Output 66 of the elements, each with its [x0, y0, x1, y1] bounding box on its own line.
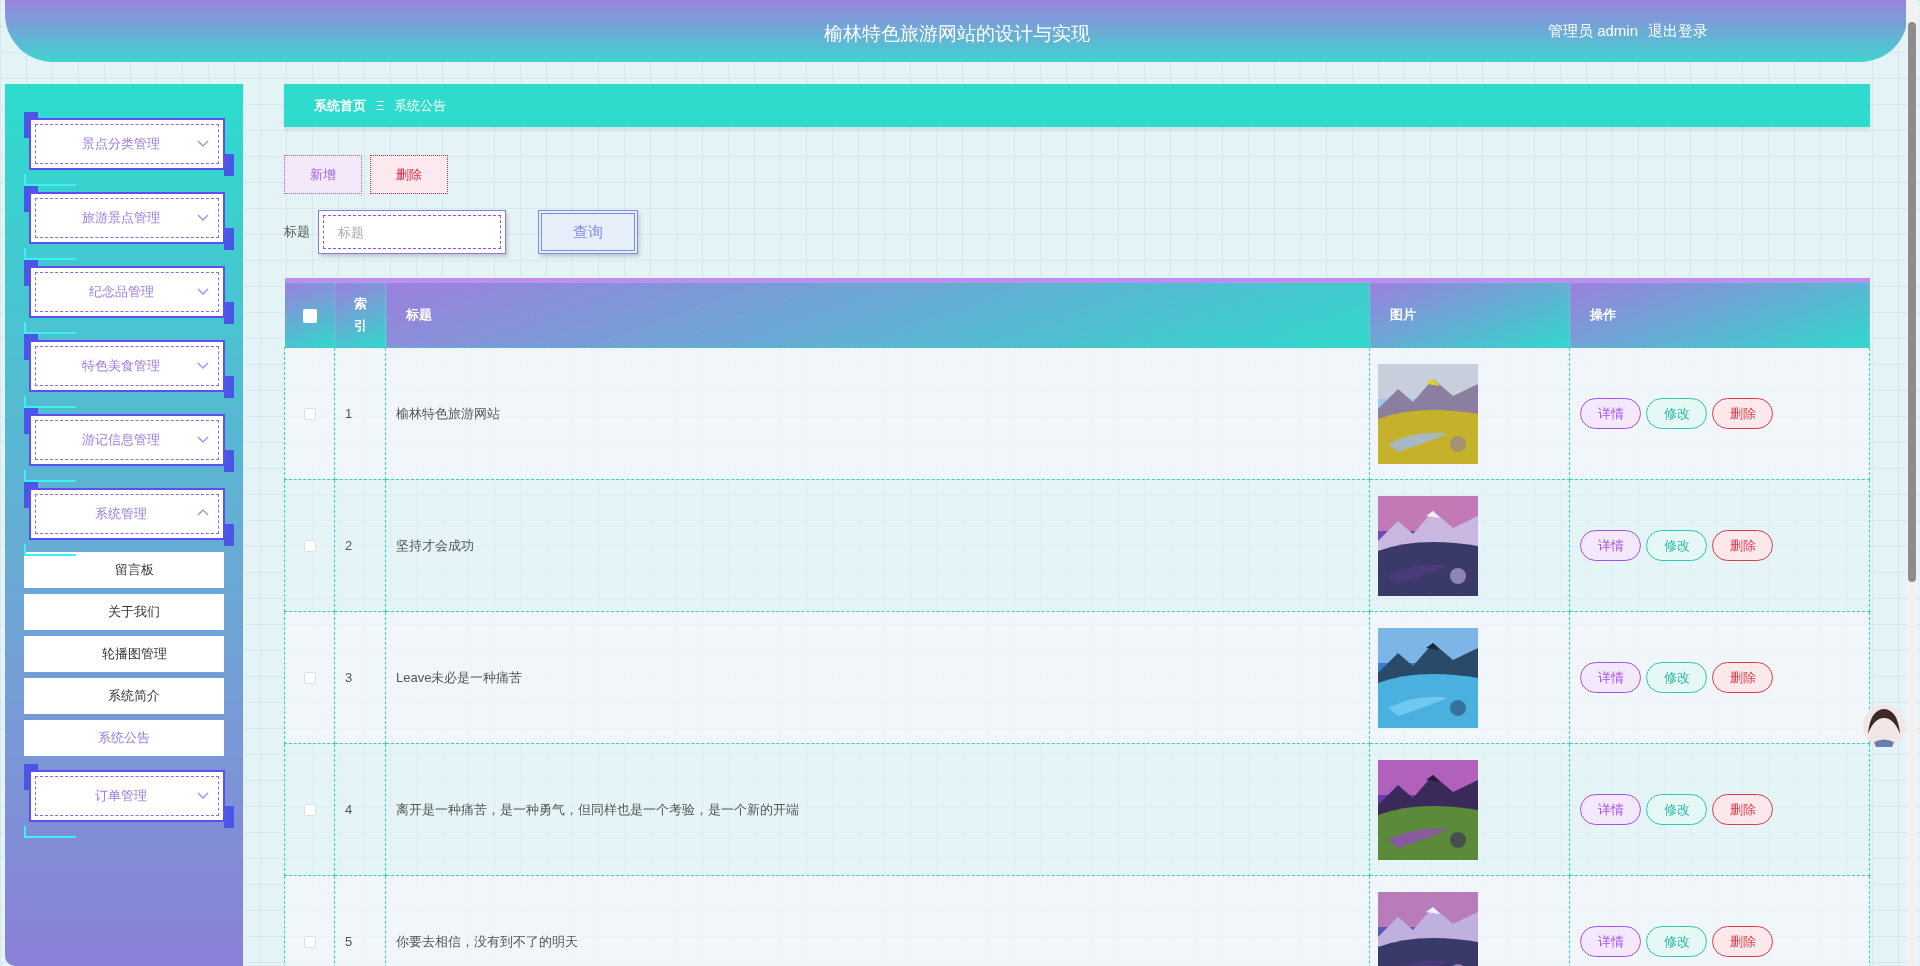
chevron-down-icon — [197, 434, 209, 444]
submenu-item[interactable]: 关于我们 — [24, 594, 224, 630]
delete-button[interactable]: 删除 — [1712, 794, 1773, 825]
details-button[interactable]: 详情 — [1580, 398, 1641, 429]
edit-button[interactable]: 修改 — [1646, 662, 1707, 693]
scrollbar[interactable] — [1906, 0, 1918, 966]
scrollbar-thumb[interactable] — [1908, 22, 1916, 582]
delete-button[interactable]: 删除 — [1712, 530, 1773, 561]
column-header: 标题 — [406, 307, 432, 323]
submenu-item[interactable]: 留言板 — [24, 552, 224, 588]
delete-button[interactable]: 删除 — [1712, 398, 1773, 429]
menu-item[interactable]: 景点分类管理 — [29, 118, 225, 170]
row-checkbox[interactable] — [303, 540, 316, 553]
details-button[interactable]: 详情 — [1580, 926, 1641, 957]
chevron-down-icon — [197, 360, 209, 370]
menu-item[interactable]: 系统管理 — [29, 488, 225, 540]
table-cell: 4 — [345, 801, 353, 817]
submenu-item[interactable]: 系统简介 — [24, 678, 224, 714]
menu-item[interactable]: 游记信息管理 — [29, 414, 225, 466]
edit-button[interactable]: 修改 — [1646, 926, 1707, 957]
edit-button[interactable]: 修改 — [1646, 530, 1707, 561]
table-cell: 离开是一种痛苦，是一种勇气，但同样也是一个考验，是一个新的开端 — [396, 801, 799, 817]
menu-item[interactable]: 订单管理 — [29, 770, 225, 822]
table-cell: 坚持才会成功 — [396, 537, 474, 553]
logout-link[interactable]: 退出登录 — [1648, 19, 1708, 43]
delete-button[interactable]: 删除 — [1712, 926, 1773, 957]
breadcrumb-separator: Ξ — [376, 96, 385, 115]
column-header: 索引 — [353, 294, 367, 335]
submenu-item[interactable]: 轮播图管理 — [24, 636, 224, 672]
chevron-up-icon — [197, 508, 209, 518]
edit-button[interactable]: 修改 — [1646, 794, 1707, 825]
chevron-down-icon — [197, 138, 209, 148]
avatar-icon[interactable] — [1862, 704, 1906, 748]
table-cell: 3 — [345, 669, 353, 685]
table-cell: 你要去相信，没有到不了的明天 — [396, 933, 578, 949]
column-header: 操作 — [1590, 307, 1616, 323]
table-cell: 榆林特色旅游网站 — [396, 405, 500, 421]
column-header: 图片 — [1390, 307, 1416, 323]
delete-button[interactable]: 删除 — [1712, 662, 1773, 693]
chevron-down-icon — [197, 212, 209, 222]
menu-item[interactable]: 纪念品管理 — [29, 266, 225, 318]
row-checkbox[interactable] — [303, 672, 316, 685]
edit-button[interactable]: 修改 — [1646, 398, 1707, 429]
query-button[interactable]: 查询 — [538, 210, 638, 254]
add-button[interactable]: 新增 — [284, 155, 362, 194]
chevron-down-icon — [197, 286, 209, 296]
user-label: 管理员 admin — [1547, 20, 1638, 41]
search-label: 标题 — [284, 223, 310, 242]
table-cell: 5 — [345, 933, 353, 949]
table-cell: 2 — [345, 537, 353, 553]
details-button[interactable]: 详情 — [1580, 662, 1641, 693]
row-checkbox[interactable] — [303, 804, 316, 817]
details-button[interactable]: 详情 — [1580, 530, 1641, 561]
delete-button[interactable]: 删除 — [370, 155, 448, 194]
submenu-item[interactable]: 系统公告 — [24, 720, 224, 756]
search-field[interactable]: 标题 — [318, 210, 506, 254]
table-cell: Leave未必是一种痛苦 — [396, 669, 523, 685]
menu-item[interactable]: 旅游景点管理 — [29, 192, 225, 244]
site-title: 榆林特色旅游网站的设计与实现 — [823, 22, 1090, 46]
details-button[interactable]: 详情 — [1580, 794, 1641, 825]
row-checkbox[interactable] — [303, 936, 316, 949]
menu-item[interactable]: 特色美食管理 — [29, 340, 225, 392]
chevron-down-icon — [197, 790, 209, 800]
table-cell: 1 — [345, 405, 353, 421]
row-checkbox[interactable] — [303, 408, 316, 421]
select-all-checkbox[interactable] — [302, 308, 317, 323]
